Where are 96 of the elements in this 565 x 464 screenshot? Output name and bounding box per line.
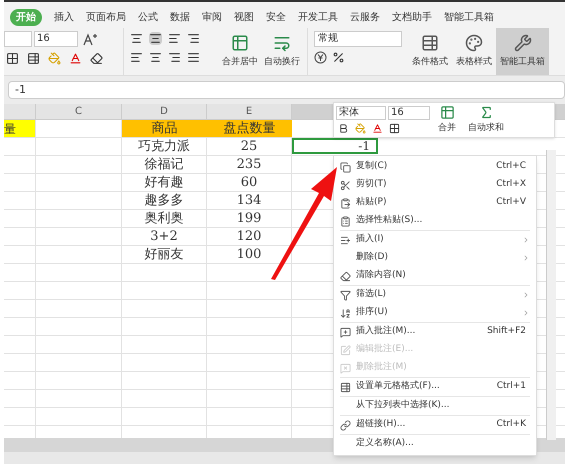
copy-icon bbox=[340, 162, 351, 172]
ribbon-tab[interactable]: 插入 bbox=[54, 10, 74, 24]
ribbon-tab[interactable]: 智能工具箱 bbox=[444, 10, 494, 24]
font-size-field[interactable]: 16 bbox=[34, 31, 78, 47]
ribbon-tab[interactable]: 云服务 bbox=[350, 10, 380, 24]
toolbar-button[interactable]: 合并 bbox=[434, 104, 460, 136]
ribbon-tab[interactable]: 安全 bbox=[266, 10, 286, 24]
font-color-icon[interactable] bbox=[372, 123, 383, 134]
vertical-scrollbar[interactable] bbox=[546, 150, 556, 440]
table-cell: 商品 bbox=[122, 120, 207, 137]
ribbon-button[interactable]: 条件格式 bbox=[408, 28, 452, 75]
ribbon-tab[interactable]: 开发工具 bbox=[298, 10, 338, 24]
menu-item[interactable]: 插入批注(M)... Shift+F2 bbox=[340, 323, 530, 341]
menu-item[interactable]: 剪切(T) Ctrl+X bbox=[340, 176, 530, 194]
ribbon-tab[interactable]: 数据 bbox=[170, 10, 190, 24]
table-cell: 好有趣 bbox=[144, 174, 184, 191]
menu-item[interactable]: 粘贴(P) Ctrl+V bbox=[340, 194, 530, 212]
menu-item[interactable]: 定义名称(A)... bbox=[340, 435, 530, 453]
table-cell: 120 bbox=[236, 228, 262, 245]
menu-item[interactable]: 筛选(L) bbox=[340, 286, 530, 304]
table-cell: 199 bbox=[236, 210, 262, 227]
menu-item[interactable]: 插入(I) bbox=[340, 231, 530, 249]
column-header[interactable]: D bbox=[122, 104, 207, 119]
table-cell: 100 bbox=[236, 246, 262, 263]
ribbon-button[interactable]: 智能工具箱 bbox=[496, 28, 549, 75]
menu-item[interactable]: 删除(D) bbox=[340, 249, 530, 267]
formula-field[interactable]: -1 bbox=[8, 81, 565, 99]
font-grow-icon[interactable] bbox=[83, 32, 97, 46]
table-icon[interactable] bbox=[27, 52, 40, 65]
insert-icon bbox=[340, 234, 351, 246]
table-cell: 徐福记 bbox=[144, 156, 184, 173]
align-icon[interactable] bbox=[168, 51, 181, 64]
font-size-field[interactable]: 16 bbox=[388, 106, 430, 120]
table-cell: 好丽友 bbox=[144, 246, 184, 263]
border-icon[interactable] bbox=[389, 123, 400, 134]
scissors-icon bbox=[340, 180, 351, 190]
ribbon-tab[interactable]: 文档助手 bbox=[392, 10, 432, 24]
ribbon-button[interactable]: 合并居中 bbox=[219, 28, 261, 75]
align-icon[interactable] bbox=[130, 32, 143, 45]
currency-icon[interactable] bbox=[314, 51, 327, 64]
format-icon bbox=[340, 382, 351, 392]
percent-icon[interactable] bbox=[332, 51, 345, 64]
menu-item[interactable]: 清除内容(N) bbox=[340, 267, 530, 285]
align-icon[interactable] bbox=[149, 51, 162, 64]
ribbon-button[interactable]: 表格样式 bbox=[452, 28, 496, 75]
fill-color-icon[interactable] bbox=[355, 123, 366, 134]
table-icon bbox=[440, 104, 454, 120]
menu-item[interactable]: 从下拉列表中选择(K)... bbox=[340, 397, 530, 415]
table-icon bbox=[231, 34, 249, 52]
ribbon-tab[interactable]: 审阅 bbox=[202, 10, 222, 24]
edit-icon bbox=[340, 344, 351, 356]
table-cell: 趣多多 bbox=[144, 192, 184, 209]
border-icon[interactable] bbox=[6, 52, 19, 65]
table-icon bbox=[421, 34, 439, 52]
table-cell: 奥利奥 bbox=[144, 210, 184, 227]
ribbon-tab[interactable]: 页面布局 bbox=[86, 10, 126, 24]
column-header[interactable]: C bbox=[36, 104, 122, 119]
table-cell: 巧克力派 bbox=[138, 138, 190, 155]
ribbon-tab[interactable]: 视图 bbox=[234, 10, 254, 24]
paste-icon bbox=[340, 198, 351, 208]
font-name-field[interactable]: 宋体 bbox=[336, 106, 386, 120]
comment-delete-icon bbox=[340, 362, 351, 374]
eraser-icon bbox=[340, 270, 351, 282]
filter-icon bbox=[340, 290, 351, 300]
align-icon[interactable] bbox=[168, 32, 181, 45]
link-icon bbox=[340, 420, 351, 430]
table-cell: 235 bbox=[236, 156, 262, 173]
sort-icon bbox=[340, 308, 351, 318]
number-format-field[interactable]: 常规 bbox=[314, 31, 402, 47]
menu-item[interactable]: 复制(C) Ctrl+C bbox=[340, 158, 530, 176]
font-name-field[interactable] bbox=[4, 31, 32, 47]
table-cell: 量 bbox=[4, 120, 36, 137]
align-icon[interactable] bbox=[187, 51, 200, 64]
eraser-icon[interactable] bbox=[90, 52, 103, 65]
table-cell: 60 bbox=[240, 174, 258, 191]
fill-color-icon[interactable] bbox=[48, 52, 61, 65]
table-cell: 盘点数量 bbox=[207, 120, 292, 137]
menu-item[interactable]: 超链接(H)... Ctrl+K bbox=[340, 416, 530, 434]
toolbar-button[interactable]: 自动求和 bbox=[464, 104, 508, 136]
wrench-icon bbox=[514, 34, 532, 52]
ribbon-tab[interactable]: 公式 bbox=[138, 10, 158, 24]
comment-icon bbox=[340, 326, 351, 338]
align-icon[interactable] bbox=[130, 51, 143, 64]
menu-item[interactable]: 选择性粘贴(S)... bbox=[340, 212, 530, 230]
ribbon-button[interactable]: 自动换行 bbox=[261, 28, 303, 75]
align-icon[interactable] bbox=[149, 32, 162, 45]
table-cell: 134 bbox=[236, 192, 262, 209]
active-cell[interactable]: -1 bbox=[292, 138, 378, 154]
font-color-icon[interactable] bbox=[69, 52, 82, 65]
menu-item[interactable]: 排序(U) bbox=[340, 304, 530, 322]
menu-item[interactable]: 设置单元格格式(F)... Ctrl+1 bbox=[340, 378, 530, 396]
bold-icon[interactable] bbox=[338, 123, 349, 134]
palette-icon bbox=[465, 34, 483, 52]
clipboard-icon bbox=[340, 216, 351, 226]
table-cell: 25 bbox=[240, 138, 258, 155]
table-cell: 3+2 bbox=[150, 228, 178, 245]
